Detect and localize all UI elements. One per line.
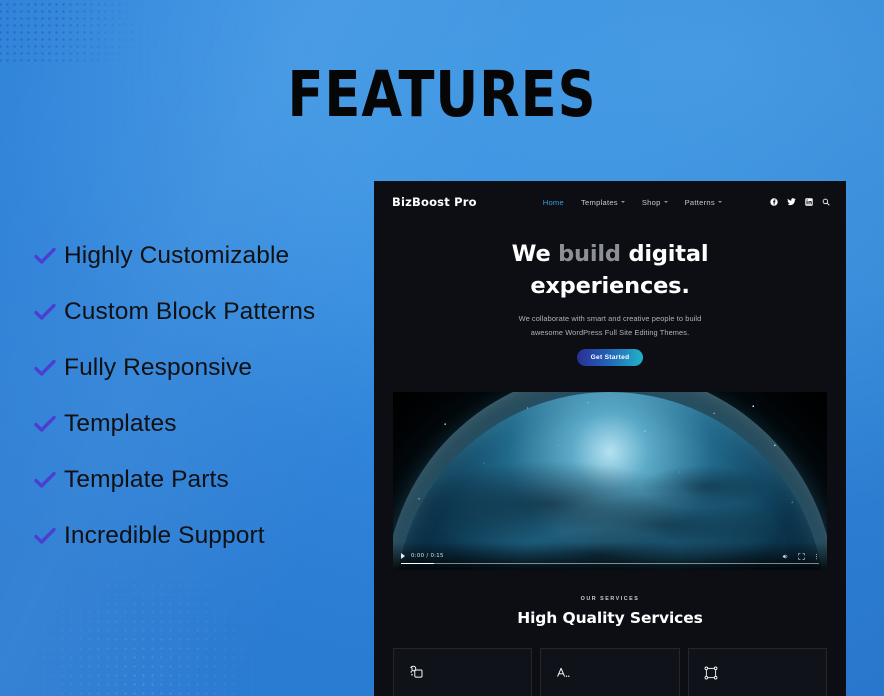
page-title: FEATURES [287, 58, 597, 131]
nav-item-templates[interactable]: Templates [581, 198, 625, 207]
hero-subtitle-line1: We collaborate with smart and creative p… [518, 313, 702, 323]
service-card[interactable] [540, 648, 680, 696]
list-item: Fully Responsive [34, 340, 364, 396]
list-item: Incredible Support [34, 508, 364, 564]
video-player[interactable]: 0:00 / 0:15 [393, 392, 827, 571]
feature-label: Fully Responsive [64, 354, 253, 381]
check-icon [34, 359, 64, 377]
volume-icon[interactable] [782, 553, 789, 560]
hero-subtitle: We collaborate with smart and creative p… [374, 312, 846, 339]
get-started-button[interactable]: Get Started [576, 349, 644, 367]
feature-label: Template Parts [64, 466, 229, 493]
services-section: OUR SERVICES High Quality Services [374, 596, 846, 696]
play-icon[interactable] [401, 553, 405, 560]
check-icon [34, 471, 64, 489]
color-palette-icon [408, 665, 424, 681]
facebook-icon[interactable] [770, 198, 778, 206]
hero-headline-part1: We [511, 241, 559, 267]
video-progress-fill [401, 562, 435, 565]
nav-label: Home [542, 197, 564, 207]
list-item: Template Parts [34, 452, 364, 508]
video-time: 0:00 / 0:15 [411, 553, 444, 560]
nav-label: Shop [641, 197, 661, 207]
feature-label: Templates [64, 410, 177, 437]
search-icon[interactable] [822, 198, 830, 206]
linkedin-icon[interactable] [805, 198, 813, 206]
video-progress-bar[interactable] [401, 562, 819, 565]
check-icon [34, 415, 64, 433]
preview-navbar: BizBoost Pro Home Templates Shop Pattern… [374, 181, 846, 223]
nav-social-links [770, 198, 830, 206]
chevron-down-icon [620, 201, 625, 203]
hero-headline-line2: experiences. [530, 272, 690, 299]
nav-menu: Home Templates Shop Patterns [543, 198, 722, 207]
nav-item-shop[interactable]: Shop [642, 198, 668, 207]
more-options-icon[interactable] [814, 553, 819, 560]
nav-label: Patterns [684, 197, 715, 207]
nav-item-home[interactable]: Home [543, 198, 564, 207]
brand-logo[interactable]: BizBoost Pro [392, 195, 477, 209]
list-item: Highly Customizable [34, 228, 364, 284]
features-slide: FEATURES Highly Customizable Custom Bloc… [0, 0, 884, 696]
nav-item-patterns[interactable]: Patterns [685, 198, 722, 207]
service-card[interactable] [393, 648, 533, 696]
check-icon [34, 527, 64, 545]
list-item: Custom Block Patterns [34, 284, 364, 340]
check-icon [34, 247, 64, 265]
service-cards [374, 648, 846, 696]
typography-icon [555, 665, 571, 681]
fullscreen-icon[interactable] [798, 553, 805, 560]
service-card[interactable] [687, 648, 827, 696]
hero-headline-part2: digital [620, 241, 709, 267]
hero-subtitle-line2: awesome WordPress Full Site Editing Them… [530, 327, 690, 337]
services-kicker: OUR SERVICES [580, 596, 640, 603]
video-right-controls [782, 553, 819, 560]
feature-label: Highly Customizable [64, 242, 290, 269]
nav-label: Templates [580, 197, 618, 207]
hero-headline: We build digital experiences. [374, 239, 846, 303]
video-controls: 0:00 / 0:15 [393, 542, 827, 571]
list-item: Templates [34, 396, 364, 452]
twitter-icon[interactable] [787, 198, 796, 206]
dot-pattern-decoration-top-left [0, 0, 190, 64]
chevron-down-icon [663, 201, 668, 203]
hero-section: We build digital experiences. We collabo… [374, 223, 846, 380]
services-title: High Quality Services [517, 609, 703, 628]
chevron-down-icon [717, 201, 722, 203]
check-icon [34, 303, 64, 321]
feature-list: Highly Customizable Custom Block Pattern… [34, 228, 364, 564]
hero-headline-muted: build [558, 241, 621, 267]
frame-icon [703, 665, 719, 681]
feature-label: Custom Block Patterns [64, 298, 316, 325]
feature-label: Incredible Support [64, 522, 265, 549]
website-preview: BizBoost Pro Home Templates Shop Pattern… [374, 181, 846, 696]
